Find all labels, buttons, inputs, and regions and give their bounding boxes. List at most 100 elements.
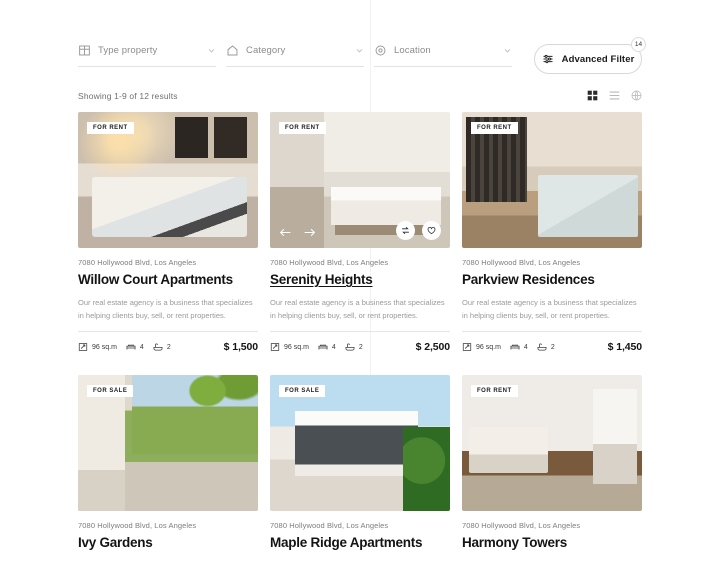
property-title[interactable]: Ivy Gardens [78,535,153,550]
property-title[interactable]: Parkview Residences [462,272,595,287]
chevron-down-icon [504,49,511,53]
property-specs: 96 sq.m 4 2 $ 2,500 [270,331,450,353]
property-card[interactable]: FOR RENT 7080 Hollywood Blvd, Los Angele… [270,112,450,353]
property-description: Our real estate agency is a business tha… [462,298,637,321]
property-title[interactable]: Serenity Heights [270,272,373,287]
status-badge: FOR SALE [279,385,326,398]
results-row: Showing 1-9 of 12 results [78,90,642,101]
property-price: $ 1,450 [607,341,642,354]
spec-baths-value: 2 [166,343,171,351]
bed-icon [510,345,520,350]
advanced-filter-button[interactable]: Advanced Filter [534,44,642,74]
bath-icon [345,343,355,351]
view-toggle-group [587,90,642,101]
filter-type-property[interactable]: Type property [78,44,216,67]
property-thumbnail[interactable]: FOR SALE [270,375,450,512]
spec-beds: 4 [318,342,336,352]
status-badge: FOR RENT [279,122,326,134]
chevron-down-icon [356,49,363,53]
filter-category[interactable]: Category [226,44,364,67]
spec-area: 96 sq.m [78,342,117,352]
property-card[interactable]: FOR RENT 7080 Hollywood Blvd, Los Angele… [462,375,642,552]
sliders-icon [543,54,553,64]
bath-icon [537,343,547,351]
filter-category-label: Category [246,45,286,56]
property-card[interactable]: FOR RENT 7080 Hollywood Blvd, Los Angele… [78,112,258,353]
bath-icon [153,343,163,351]
property-title[interactable]: Maple Ridge Apartments [270,535,423,550]
property-specs: 96 sq.m 4 2 $ 1,500 [78,331,258,353]
list-view-icon[interactable] [609,90,620,101]
spec-baths: 2 [537,342,555,352]
property-address: 7080 Hollywood Blvd, Los Angeles [270,258,389,267]
property-address: 7080 Hollywood Blvd, Los Angeles [78,258,197,267]
spec-area-value: 96 sq.m [284,343,309,351]
advanced-filter-badge: 14 [631,37,646,52]
property-card[interactable]: FOR RENT 7080 Hollywood Blvd, Los Angele… [462,112,642,353]
property-price: $ 2,500 [415,341,450,354]
home-icon [227,45,238,56]
area-icon [78,343,88,352]
property-thumbnail[interactable]: FOR RENT [462,375,642,512]
spec-beds-value: 4 [139,343,144,351]
spec-area-value: 96 sq.m [92,343,117,351]
grid-view-icon[interactable] [587,90,598,101]
bed-icon [126,345,136,350]
spec-area: 96 sq.m [270,342,309,352]
property-listing-page: Type property Category Location Advanced… [0,0,720,568]
thumbnail-actions [396,221,441,240]
property-address: 7080 Hollywood Blvd, Los Angeles [78,521,197,531]
spec-group: 96 sq.m 4 2 [270,342,363,352]
property-specs: 96 sq.m 4 2 $ 1,450 [462,331,642,353]
compare-button[interactable] [396,221,415,240]
spec-group: 96 sq.m 4 2 [78,342,171,352]
advanced-filter-label: Advanced Filter [561,53,635,65]
spec-baths-value: 2 [358,343,363,351]
property-address: 7080 Hollywood Blvd, Los Angeles [462,258,581,267]
heart-icon [427,227,436,235]
area-icon [270,343,280,352]
spec-area-value: 96 sq.m [476,343,501,351]
property-thumbnail[interactable]: FOR RENT [270,112,450,248]
results-count-text: Showing 1-9 of 12 results [78,90,178,101]
property-card[interactable]: FOR SALE 7080 Hollywood Blvd, Los Angele… [270,375,450,552]
spec-baths-value: 2 [550,343,555,351]
property-title[interactable]: Harmony Towers [462,535,567,550]
property-address: 7080 Hollywood Blvd, Los Angeles [270,521,389,531]
compare-icon [402,226,409,235]
favorite-button[interactable] [422,221,441,240]
property-thumbnail[interactable]: FOR RENT [78,112,258,248]
property-grid: FOR RENT 7080 Hollywood Blvd, Los Angele… [78,112,642,552]
filter-type-property-label: Type property [98,45,158,56]
property-address: 7080 Hollywood Blvd, Los Angeles [462,521,581,531]
status-badge: FOR RENT [87,122,134,134]
spec-beds-value: 4 [523,343,528,351]
property-card[interactable]: FOR SALE 7080 Hollywood Blvd, Los Angele… [78,375,258,552]
property-thumbnail[interactable]: FOR RENT [462,112,642,248]
status-badge: FOR SALE [87,385,134,398]
property-description: Our real estate agency is a business tha… [78,298,253,321]
filter-bar: Type property Category Location Advanced… [78,37,646,78]
property-title[interactable]: Willow Court Apartments [78,272,233,287]
arrow-left-icon[interactable] [279,226,292,239]
area-icon [462,343,472,352]
spec-beds-value: 4 [331,343,336,351]
advanced-filter-wrapper: Advanced Filter 14 [534,37,646,74]
spec-beds: 4 [510,342,528,352]
status-badge: FOR RENT [471,122,518,134]
property-price: $ 1,500 [223,341,258,354]
spec-area: 96 sq.m [462,342,501,352]
spec-group: 96 sq.m 4 2 [462,342,555,352]
bed-icon [318,345,328,350]
map-view-icon[interactable] [631,90,642,101]
property-thumbnail[interactable]: FOR SALE [78,375,258,512]
gallery-nav [279,226,316,239]
property-description: Our real estate agency is a business tha… [270,298,445,321]
spec-baths: 2 [153,342,171,352]
status-badge: FOR RENT [471,385,518,398]
location-pin-icon [375,45,386,56]
arrow-right-icon[interactable] [303,226,316,239]
spec-beds: 4 [126,342,144,352]
filter-location[interactable]: Location [374,44,512,67]
spec-baths: 2 [345,342,363,352]
